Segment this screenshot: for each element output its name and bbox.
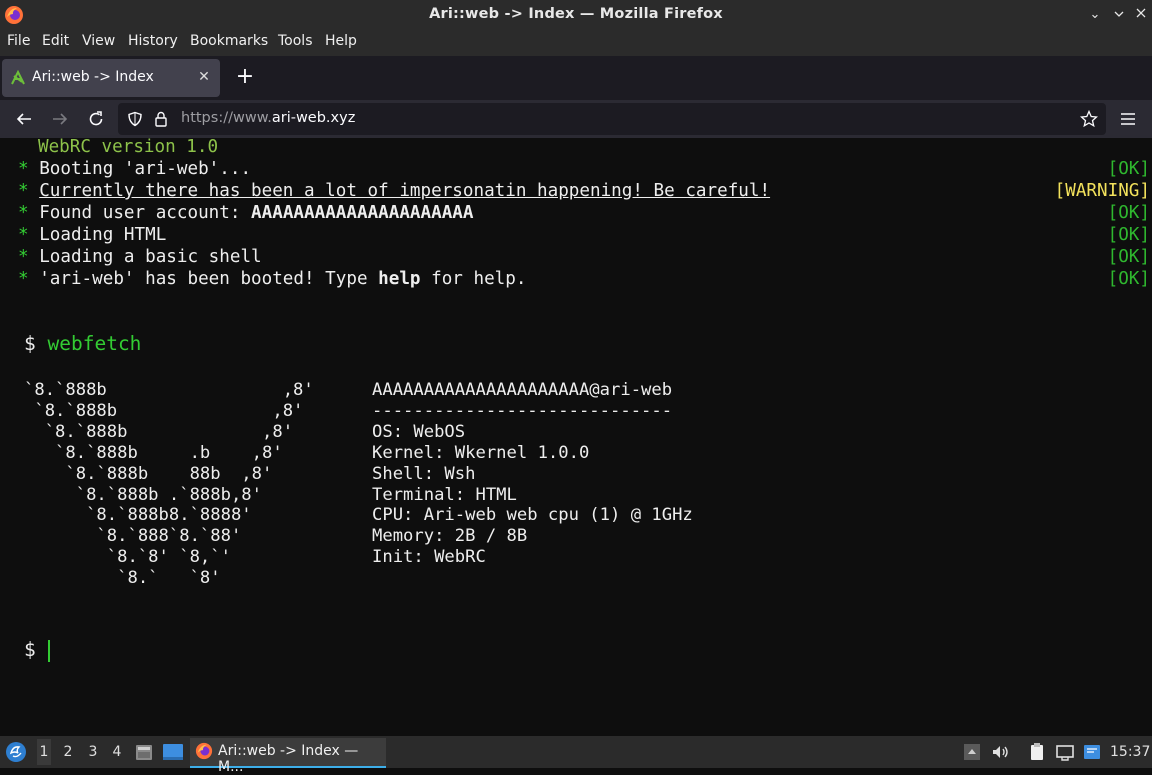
window-title: Ari::web -> Index — Mozilla Firefox	[429, 6, 723, 22]
tab-strip: Ari::web -> Index ✕	[0, 56, 1152, 100]
entered-command: webfetch	[47, 332, 142, 355]
forward-button[interactable]	[46, 105, 74, 133]
boot-line-5-text: Loading a basic shell	[39, 247, 262, 267]
network-icon[interactable]	[1055, 742, 1075, 762]
workspace-4[interactable]: 4	[110, 744, 124, 760]
app-menu-button[interactable]	[1114, 105, 1142, 133]
boot-bullet: *	[18, 269, 29, 289]
window-menu-icon[interactable]: ⌄	[1084, 4, 1106, 26]
boot-bullet: *	[18, 203, 29, 223]
prompt-symbol: $	[24, 332, 36, 355]
reload-icon	[89, 111, 103, 126]
boot-line-4-status: [OK]	[1107, 225, 1150, 245]
prompt-symbol: $	[24, 638, 36, 661]
boot-line-4-text: Loading HTML	[39, 225, 167, 245]
padlock-icon[interactable]	[154, 111, 168, 127]
fetch-os: OS: WebOS	[372, 421, 466, 442]
reload-button[interactable]	[82, 105, 110, 133]
workspace-1[interactable]: 1	[37, 739, 51, 765]
back-arrow-icon	[16, 113, 31, 125]
webrc-version: WebRC version 1.0	[38, 137, 219, 157]
url-bar[interactable]: https://www.ari-web.xyz	[118, 103, 1106, 135]
menu-file[interactable]: File	[7, 33, 30, 49]
menu-edit[interactable]: Edit	[42, 33, 69, 49]
boot-bullet: *	[18, 159, 29, 179]
tab-ari-web-index[interactable]: Ari::web -> Index ✕	[2, 59, 220, 97]
menu-bar: File Edit View History Bookmarks Tools H…	[0, 30, 1152, 56]
ari-web-favicon-icon	[11, 70, 25, 85]
fetch-user-host: AAAAAAAAAAAAAAAAAAAAA@ari-web	[372, 380, 673, 400]
minimize-icon[interactable]	[1108, 4, 1130, 26]
volume-icon[interactable]	[990, 742, 1010, 762]
firefox-task-icon	[195, 742, 213, 760]
fetch-memory: Memory: 2B / 8B	[372, 526, 528, 547]
help-keyword: help	[378, 269, 421, 289]
forward-arrow-icon	[53, 113, 68, 125]
tray-expand-icon[interactable]	[962, 742, 982, 762]
boot-line-5-status: [OK]	[1107, 247, 1150, 267]
navigation-bar: https://www.ari-web.xyz	[0, 100, 1152, 138]
back-button[interactable]	[10, 105, 38, 133]
menu-help[interactable]: Help	[325, 33, 357, 49]
boot-line-3-text: Found user account:	[39, 203, 252, 223]
terminal-page[interactable]: WebRC version 1.0 * Booting 'ari-web'...…	[0, 137, 1152, 736]
fetch-shell: Shell: Wsh	[372, 463, 476, 484]
bookmark-star-icon[interactable]	[1080, 110, 1098, 128]
url-scheme: https://www.	[181, 110, 272, 126]
active-prompt[interactable]: $	[24, 638, 36, 661]
boot-line-3-status: [OK]	[1107, 203, 1150, 223]
clipboard-icon[interactable]	[1027, 742, 1047, 762]
clock: 15:37	[1110, 744, 1151, 760]
show-desktop-icon[interactable]	[162, 742, 184, 762]
boot-line-1-text: Booting 'ari-web'...	[39, 159, 252, 179]
fetch-kernel: Kernel: Wkernel 1.0.0	[372, 442, 590, 463]
boot-line-6-status: [OK]	[1107, 269, 1150, 289]
taskbar-firefox-window[interactable]: Ari::web -> Index — M...	[190, 738, 386, 775]
boot-line-6-text: 'ari-web' has been booted! Type	[39, 269, 379, 289]
user-account-name: AAAAAAAAAAAAAAAAAAAAA	[251, 203, 474, 223]
fetch-init: Init: WebRC	[372, 547, 486, 568]
start-menu-icon[interactable]	[5, 741, 27, 763]
boot-line-6-suffix: for help.	[420, 269, 527, 289]
fetch-separator: -----------------------------	[372, 400, 673, 421]
url-text[interactable]: https://www.ari-web.xyz	[181, 110, 355, 126]
ascii-logo-art: `8.`888b ,8' `8.`888b ,8' `8.`888b ,8' `…	[24, 380, 314, 589]
workspace-3[interactable]: 3	[86, 744, 100, 760]
menu-bookmarks[interactable]: Bookmarks	[190, 33, 268, 49]
menu-tools[interactable]: Tools	[278, 33, 313, 49]
tab-close-icon[interactable]: ✕	[194, 67, 214, 87]
url-host: ari-web.xyz	[271, 110, 356, 126]
tab-title: Ari::web -> Index	[32, 69, 154, 85]
taskbar: 1 2 3 4 Ari::web -> Index — M... 15:37	[0, 736, 1152, 775]
file-manager-icon[interactable]	[134, 742, 154, 762]
boot-line-2-status: [WARNING]	[1054, 181, 1150, 201]
boot-line-2-text: Currently there has been a lot of impers…	[39, 181, 771, 201]
prompt-line-webfetch: $ webfetch	[24, 332, 141, 355]
fetch-cpu: CPU: Ari-web web cpu (1) @ 1GHz	[372, 505, 693, 526]
fetch-terminal: Terminal: HTML	[372, 484, 517, 505]
hamburger-menu-icon	[1121, 113, 1135, 125]
tracking-protection-shield-icon[interactable]	[127, 111, 143, 127]
close-window-icon[interactable]	[1130, 4, 1152, 26]
workspace-2[interactable]: 2	[61, 744, 75, 760]
boot-bullet: *	[18, 181, 29, 201]
menu-history[interactable]: History	[128, 33, 178, 49]
text-cursor	[48, 640, 50, 662]
boot-bullet: *	[18, 247, 29, 267]
taskbar-window-title: Ari::web -> Index — M...	[218, 743, 359, 775]
menu-view[interactable]: View	[82, 33, 115, 49]
new-tab-button[interactable]: +	[232, 65, 258, 91]
boot-line-1-status: [OK]	[1107, 159, 1150, 179]
window-titlebar: Ari::web -> Index — Mozilla Firefox ⌄	[0, 0, 1152, 30]
boot-bullet: *	[18, 225, 29, 245]
notifications-icon[interactable]	[1082, 742, 1102, 762]
webfetch-info: AAAAAAAAAAAAAAAAAAAAA@ari-web -----------…	[372, 380, 693, 568]
